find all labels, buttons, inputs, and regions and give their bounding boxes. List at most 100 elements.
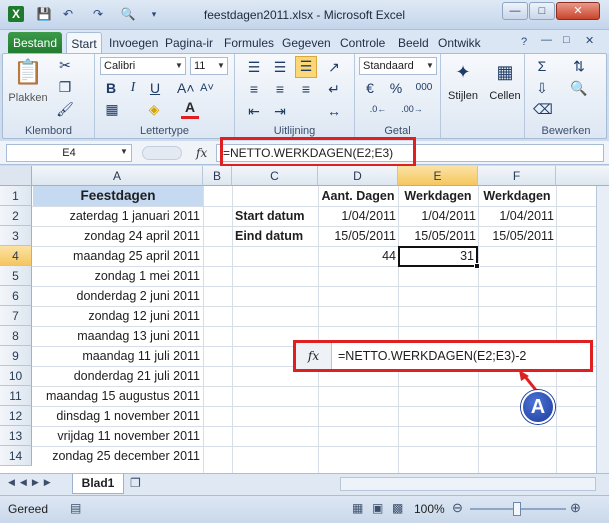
- tab-view[interactable]: Beeld: [395, 32, 432, 54]
- cell-a4[interactable]: maandag 25 april 2011: [33, 246, 200, 266]
- close-button[interactable]: ✕: [556, 2, 600, 20]
- fill-handle[interactable]: [474, 263, 480, 269]
- cell-e3[interactable]: 15/05/2011: [398, 226, 476, 246]
- align-right-icon[interactable]: ≡: [297, 80, 315, 98]
- find-select-icon[interactable]: 🔍: [565, 79, 593, 97]
- page-break-view-icon[interactable]: ▩: [392, 501, 403, 515]
- styles-icon[interactable]: ✦: [449, 60, 477, 84]
- merge-cells-icon[interactable]: ↔: [325, 102, 343, 120]
- cell-a3[interactable]: zondag 24 april 2011: [33, 226, 200, 246]
- row-header-7[interactable]: 7: [0, 306, 32, 326]
- row-header-4[interactable]: 4: [0, 246, 32, 266]
- cell-a10[interactable]: donderdag 21 juli 2011: [33, 366, 200, 386]
- align-bottom-icon[interactable]: ☰: [295, 56, 317, 78]
- row-header-6[interactable]: 6: [0, 286, 32, 306]
- cell-a1[interactable]: Feestdagen: [33, 186, 203, 206]
- tab-data[interactable]: Gegeven: [279, 32, 334, 54]
- clear-icon[interactable]: ⌫: [533, 100, 553, 118]
- sheet-nav-arrows-icon[interactable]: ◀◀▶▶: [8, 477, 56, 488]
- orientation-icon[interactable]: ↗: [325, 58, 343, 76]
- name-box-chevron-icon[interactable]: ▼: [120, 147, 128, 156]
- underline-button[interactable]: U: [147, 79, 163, 97]
- print-preview-icon[interactable]: 🔍: [120, 6, 136, 22]
- align-center-icon[interactable]: ≡: [271, 80, 289, 98]
- decrease-indent-icon[interactable]: ⇤: [245, 102, 263, 120]
- styles-button-label[interactable]: Stijlen: [441, 90, 485, 102]
- format-painter-icon[interactable]: 🖌: [55, 100, 75, 118]
- column-header-f[interactable]: F: [478, 166, 556, 186]
- name-box[interactable]: E4: [6, 144, 132, 162]
- paste-button-label[interactable]: Plakken: [3, 92, 53, 104]
- cell-a5[interactable]: zondag 1 mei 2011: [33, 266, 200, 286]
- worksheet-grid[interactable]: A B C D E F 1 2 3 4 5 6 7 8 9 10 11 12 1…: [0, 166, 609, 473]
- row-header-2[interactable]: 2: [0, 206, 32, 226]
- number-format-combo[interactable]: Standaard ▼: [359, 57, 437, 75]
- font-color-button[interactable]: A: [181, 98, 199, 119]
- cell-f2[interactable]: 1/04/2011: [478, 206, 554, 226]
- row-header-1[interactable]: 1: [0, 186, 32, 206]
- wrap-text-icon[interactable]: ↵: [325, 80, 343, 98]
- zoom-slider-thumb[interactable]: [513, 502, 521, 516]
- cell-c2[interactable]: Start datum: [235, 206, 318, 226]
- tab-formulas[interactable]: Formules: [221, 32, 277, 54]
- sort-filter-icon[interactable]: ⇅: [565, 57, 593, 75]
- close-workbook-icon[interactable]: ✕: [585, 34, 594, 47]
- cell-d3[interactable]: 15/05/2011: [318, 226, 396, 246]
- italic-button[interactable]: I: [125, 79, 141, 97]
- horizontal-scrollbar[interactable]: [340, 477, 596, 491]
- tab-file[interactable]: Bestand: [8, 32, 62, 54]
- font-size-combo[interactable]: 11 ▼: [190, 57, 228, 75]
- increase-indent-icon[interactable]: ⇥: [271, 102, 289, 120]
- insert-sheet-icon[interactable]: ❐: [130, 476, 148, 492]
- row-header-3[interactable]: 3: [0, 226, 32, 246]
- excel-app-icon[interactable]: X: [8, 6, 24, 22]
- insert-function-button[interactable]: fx: [196, 144, 212, 162]
- customize-qat-icon[interactable]: ▾: [146, 6, 162, 22]
- tab-developer[interactable]: Ontwikk: [435, 32, 484, 54]
- normal-view-icon[interactable]: ▦: [352, 501, 363, 515]
- cell-a12[interactable]: dinsdag 1 november 2011: [33, 406, 200, 426]
- maximize-button[interactable]: □: [529, 2, 555, 20]
- cell-f1[interactable]: Werkdagen: [478, 186, 556, 206]
- row-header-11[interactable]: 11: [0, 386, 32, 406]
- grow-font-icon[interactable]: A˄: [177, 79, 195, 97]
- cell-a8[interactable]: maandag 13 juni 2011: [33, 326, 200, 346]
- tab-review[interactable]: Controle: [337, 32, 388, 54]
- cell-f3[interactable]: 15/05/2011: [478, 226, 554, 246]
- paste-icon[interactable]: 📋: [11, 58, 45, 88]
- cell-e1[interactable]: Werkdagen: [398, 186, 478, 206]
- help-icon[interactable]: ?: [521, 36, 527, 48]
- shrink-font-icon[interactable]: A˅: [199, 79, 215, 97]
- macro-record-icon[interactable]: ▤: [70, 501, 81, 515]
- borders-icon[interactable]: ▦: [103, 100, 121, 118]
- column-header-a[interactable]: A: [32, 166, 203, 186]
- increase-decimal-icon[interactable]: .0←: [365, 100, 391, 118]
- vertical-scrollbar[interactable]: [596, 186, 609, 473]
- cell-a2[interactable]: zaterdag 1 januari 2011: [33, 206, 200, 226]
- select-all-corner[interactable]: [0, 166, 32, 186]
- row-header-9[interactable]: 9: [0, 346, 32, 366]
- sheet-tab-blad1[interactable]: Blad1: [72, 474, 124, 494]
- tab-insert[interactable]: Invoegen: [106, 32, 161, 54]
- cell-a13[interactable]: vrijdag 11 november 2011: [33, 426, 200, 446]
- fill-icon[interactable]: ⇩: [533, 79, 551, 97]
- copy-icon[interactable]: ❐: [55, 78, 75, 96]
- ribbon-minimize-icon[interactable]: —: [541, 34, 552, 46]
- restore-workbook-icon[interactable]: □: [563, 34, 570, 46]
- currency-icon[interactable]: €: [361, 79, 379, 97]
- cell-a7[interactable]: zondag 12 juni 2011: [33, 306, 200, 326]
- row-header-13[interactable]: 13: [0, 426, 32, 446]
- cell-a14[interactable]: zondag 25 december 2011: [33, 446, 200, 466]
- align-middle-icon[interactable]: ☰: [271, 58, 289, 76]
- column-header-d[interactable]: D: [318, 166, 398, 186]
- autosum-icon[interactable]: Σ: [533, 57, 551, 75]
- tab-home[interactable]: Start: [66, 32, 102, 54]
- zoom-level[interactable]: 100%: [414, 502, 445, 516]
- cells-icon[interactable]: ▦: [491, 60, 519, 84]
- row-header-14[interactable]: 14: [0, 446, 32, 466]
- undo-icon[interactable]: ↶: [60, 6, 76, 22]
- row-header-8[interactable]: 8: [0, 326, 32, 346]
- cell-e2[interactable]: 1/04/2011: [398, 206, 476, 226]
- thousands-button[interactable]: 000: [411, 79, 437, 97]
- row-header-12[interactable]: 12: [0, 406, 32, 426]
